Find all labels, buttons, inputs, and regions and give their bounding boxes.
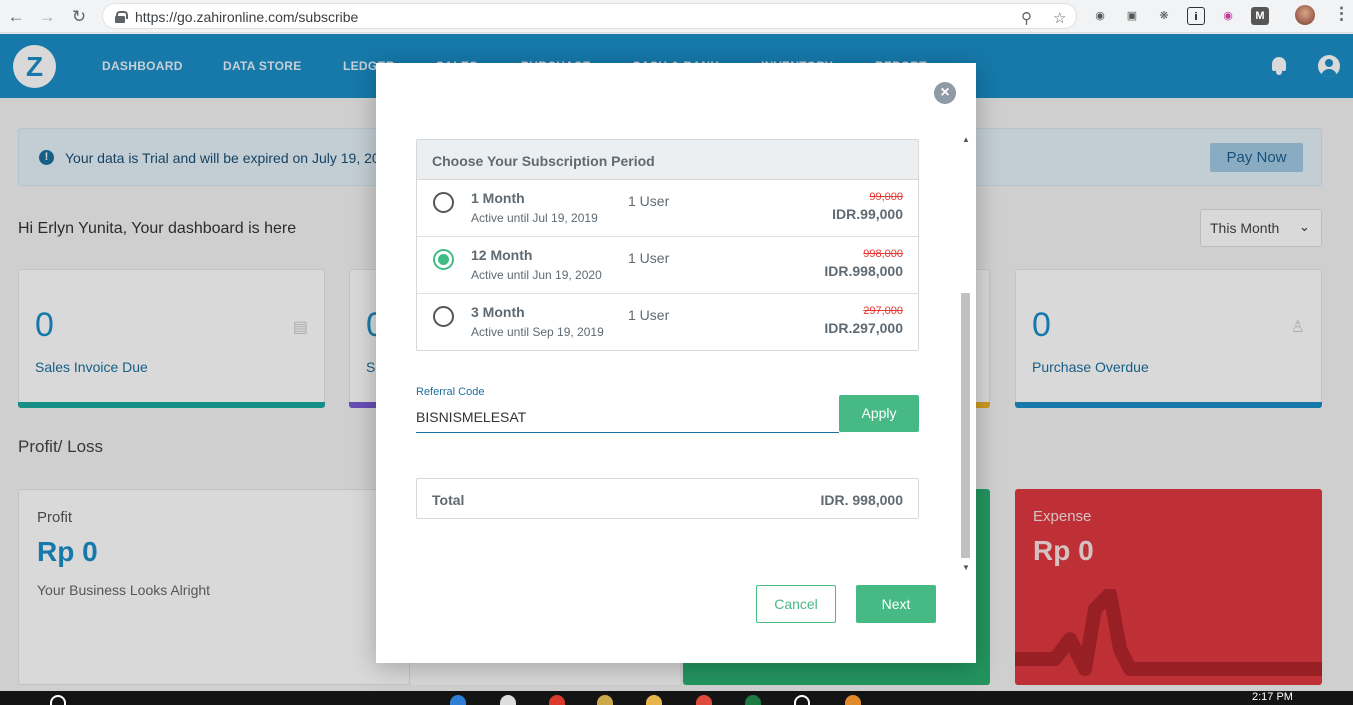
plan-option-1-month[interactable]: 1 Month Active until Jul 19, 2019 1 User… [417, 180, 918, 237]
os-taskbar: 2:17 PM [0, 691, 1353, 705]
plan-price: IDR.99,000 [832, 206, 903, 222]
plan-users: 1 User [628, 250, 670, 266]
taskbar-app-icon[interactable] [646, 695, 662, 705]
taskbar-app-icon[interactable] [450, 695, 466, 705]
plan-radio-selected[interactable] [433, 249, 454, 270]
total-value: IDR. 998,000 [820, 492, 904, 508]
plan-name: 3 Month [471, 304, 525, 320]
star-icon[interactable]: ☆ [1053, 9, 1066, 27]
taskbar-app-icon[interactable] [696, 695, 712, 705]
subscription-period-header: Choose Your Subscription Period [417, 140, 918, 180]
taskbar-app-icon[interactable] [500, 695, 516, 705]
scroll-up-arrow-icon[interactable]: ▲ [962, 135, 970, 144]
taskbar-app-icon[interactable] [845, 695, 861, 705]
plan-name: 1 Month [471, 190, 525, 206]
close-icon[interactable]: × [934, 82, 956, 104]
extension-icon[interactable]: ◉ [1091, 7, 1109, 25]
plan-radio[interactable] [433, 306, 454, 327]
extension-icon[interactable]: ❋ [1155, 7, 1173, 25]
address-url: https://go.zahironline.com/subscribe [135, 9, 359, 25]
plan-radio[interactable] [433, 192, 454, 213]
search-icon[interactable] [50, 695, 66, 705]
subscription-period-list: Choose Your Subscription Period 1 Month … [416, 139, 919, 351]
plan-option-12-month[interactable]: 12 Month Active until Jun 19, 2020 1 Use… [417, 237, 918, 294]
address-bar[interactable]: https://go.zahironline.com/subscribe ⚲ ☆ [102, 3, 1077, 29]
plan-active-until: Active until Jul 19, 2019 [471, 211, 598, 225]
apply-button[interactable]: Apply [839, 395, 919, 432]
profile-avatar[interactable] [1295, 5, 1315, 25]
taskbar-app-icon[interactable] [597, 695, 613, 705]
cancel-button[interactable]: Cancel [756, 585, 836, 623]
plan-active-until: Active until Sep 19, 2019 [471, 325, 604, 339]
modal-scrollbar[interactable]: ▲ ▼ [959, 133, 973, 577]
extension-icon[interactable]: ◉ [1219, 7, 1237, 25]
plan-price: IDR.998,000 [824, 263, 903, 279]
subscription-modal: × ▲ ▼ Choose Your Subscription Period 1 … [376, 63, 976, 663]
scroll-thumb[interactable] [961, 293, 970, 558]
extension-icon[interactable]: ▣ [1123, 7, 1141, 25]
clock-time: 2:17 PM [1252, 691, 1293, 703]
reload-icon[interactable]: ↻ [68, 6, 90, 28]
plan-active-until: Active until Jun 19, 2020 [471, 268, 602, 282]
taskbar-app-icon[interactable] [549, 695, 565, 705]
plan-option-3-month[interactable]: 3 Month Active until Sep 19, 2019 1 User… [417, 294, 918, 351]
plan-original-price: 297,000 [863, 305, 903, 317]
next-button[interactable]: Next [856, 585, 936, 623]
total-label: Total [432, 492, 465, 508]
scroll-down-arrow-icon[interactable]: ▼ [962, 563, 970, 572]
forward-icon[interactable]: → [36, 6, 58, 28]
referral-code-label: Referral Code [416, 386, 485, 398]
total-box: Total IDR. 998,000 [416, 478, 919, 519]
referral-code-input[interactable] [416, 402, 839, 433]
back-icon[interactable]: ← [5, 6, 27, 28]
plan-original-price: 998,000 [863, 248, 903, 260]
extension-icon[interactable]: i [1187, 7, 1205, 25]
taskbar-app-icon[interactable] [794, 695, 810, 705]
plan-original-price: 99,000 [869, 191, 903, 203]
plan-users: 1 User [628, 193, 670, 209]
key-icon[interactable]: ⚲ [1021, 9, 1032, 27]
more-menu-icon[interactable]: ⋮ [1333, 4, 1350, 24]
plan-users: 1 User [628, 307, 670, 323]
browser-toolbar: ← → ↻ https://go.zahironline.com/subscri… [0, 0, 1353, 33]
extension-icon[interactable]: M [1251, 7, 1269, 25]
plan-price: IDR.297,000 [824, 320, 903, 336]
lock-icon [115, 11, 128, 23]
taskbar-app-icon[interactable] [745, 695, 761, 705]
plan-name: 12 Month [471, 247, 533, 263]
